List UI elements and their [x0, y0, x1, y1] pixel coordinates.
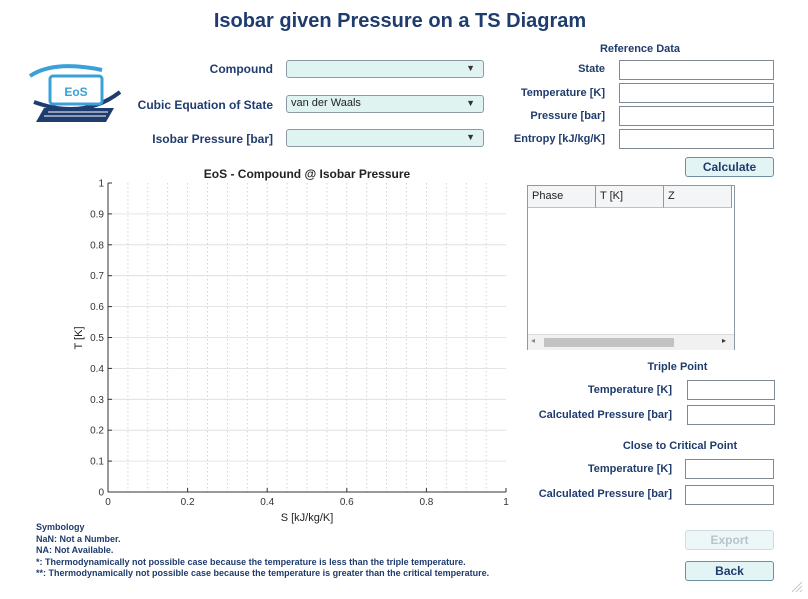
chevron-down-icon: ▼ [466, 98, 475, 108]
ts-chart: EoS - Compound @ Isobar Pressure 0 0.2 0.4… [73, 167, 509, 524]
symbology-line: NaN: Not a Number. [36, 533, 121, 544]
y-tick-label: 0.8 [90, 240, 104, 251]
symbology-line: NA: Not Available. [36, 545, 114, 555]
triple-temperature-field[interactable] [687, 380, 775, 400]
x-tick-label: 0.2 [181, 497, 195, 508]
column-header-z[interactable]: Z [664, 186, 732, 208]
y-tick-label: 0.6 [90, 302, 104, 313]
page-title: Isobar given Pressure on a TS Diagram [213, 10, 587, 32]
pressure-dropdown[interactable]: ▼ [286, 129, 484, 147]
y-tick-label: 0.4 [90, 364, 104, 375]
resize-grip-icon[interactable] [790, 580, 804, 594]
chart-grid [108, 183, 506, 492]
chart-title: EoS - Compound @ Isobar Pressure [204, 167, 411, 181]
eos-logo: EoS [24, 62, 124, 128]
compound-label: Compound [209, 62, 273, 76]
y-tick-label: 0.1 [90, 457, 104, 468]
scrollbar-thumb[interactable] [544, 338, 674, 347]
y-tick-label: 0 [98, 488, 104, 499]
y-axis-label: T [K] [73, 326, 85, 349]
column-header-temperature[interactable]: T [K] [596, 186, 664, 208]
y-tick-label: 0.9 [90, 209, 104, 220]
equation-value: van der Waals [291, 97, 361, 109]
ref-pressure-label: Pressure [bar] [530, 110, 605, 122]
ref-pressure-field[interactable] [619, 106, 774, 126]
triple-point-header: Triple Point [647, 361, 708, 373]
equation-dropdown[interactable]: van der Waals ▼ [286, 95, 484, 113]
x-axis-label: S [kJ/kg/K] [281, 512, 334, 524]
y-tick-label: 0.5 [90, 333, 104, 344]
symbology: Symbology NaN: Not a Number. NA: Not Ava… [36, 522, 556, 580]
compound-dropdown[interactable]: ▼ [286, 60, 484, 78]
y-tick-label: 0.7 [90, 271, 104, 282]
logo-text: EoS [64, 85, 87, 99]
scroll-right-icon[interactable]: ▸ [722, 336, 726, 345]
scroll-left-icon[interactable]: ◂ [531, 336, 535, 345]
state-field[interactable] [619, 60, 774, 80]
column-header-phase[interactable]: Phase [528, 186, 596, 208]
state-label: State [578, 63, 605, 75]
critical-point-header: Close to Critical Point [622, 440, 738, 452]
critical-temperature-label: Temperature [K] [587, 463, 672, 475]
triple-temperature-label: Temperature [K] [587, 384, 672, 396]
back-button[interactable]: Back [685, 561, 774, 581]
chevron-down-icon: ▼ [466, 63, 475, 73]
critical-temperature-field[interactable] [685, 459, 774, 479]
x-tick-label: 0.6 [340, 497, 354, 508]
calculate-button[interactable]: Calculate [685, 157, 774, 177]
triple-pressure-label: Calculated Pressure [bar] [538, 409, 672, 421]
critical-pressure-label: Calculated Pressure [bar] [538, 488, 672, 500]
y-tick-label: 0.3 [90, 395, 104, 406]
x-tick-label: 1 [503, 497, 509, 508]
ref-temperature-label: Temperature [K] [520, 87, 605, 99]
ref-entropy-label: Entropy [kJ/kg/K] [513, 133, 605, 145]
ref-temperature-field[interactable] [619, 83, 774, 103]
y-tick-label: 0.2 [90, 426, 104, 437]
ref-entropy-field[interactable] [619, 129, 774, 149]
symbology-line: **: Thermodynamically not possible case … [36, 568, 490, 578]
results-table[interactable]: Phase T [K] Z ◂ ▸ [527, 185, 735, 350]
critical-pressure-field[interactable] [685, 485, 774, 505]
pressure-label: Isobar Pressure [bar] [152, 132, 273, 146]
symbology-line: *: Thermodynamically not possible case b… [36, 556, 466, 567]
export-button[interactable]: Export [685, 530, 774, 550]
x-tick-label: 0 [105, 497, 111, 508]
y-tick-label: 1 [98, 179, 104, 190]
x-tick-label: 0.4 [260, 497, 274, 508]
triple-pressure-field[interactable] [687, 405, 775, 425]
reference-data-header: Reference Data [599, 43, 681, 55]
chevron-down-icon: ▼ [466, 132, 475, 142]
horizontal-scrollbar[interactable]: ◂ ▸ [528, 334, 734, 350]
x-tick-label: 0.8 [419, 497, 433, 508]
equation-label: Cubic Equation of State [137, 98, 273, 112]
